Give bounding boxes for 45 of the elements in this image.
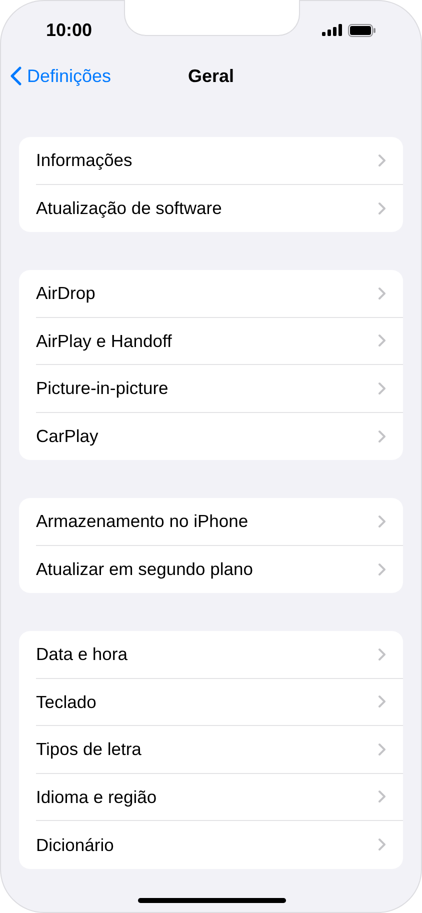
back-chevron-icon (10, 66, 22, 86)
settings-row[interactable]: Data e hora (19, 631, 403, 678)
settings-row[interactable]: Armazenamento no iPhone (19, 498, 403, 546)
row-label: Tipos de letra (36, 738, 142, 762)
chevron-icon (378, 202, 386, 215)
row-label: Picture-in-picture (36, 377, 168, 400)
settings-row[interactable]: AirDrop (19, 270, 403, 318)
chevron-icon (378, 334, 386, 348)
settings-row[interactable]: Dicionário (19, 821, 403, 868)
row-label: Dicionário (36, 834, 114, 857)
chevron-icon (378, 838, 386, 852)
row-label: Atualização de software (36, 197, 222, 220)
signal-icon (322, 24, 342, 36)
settings-row[interactable]: Picture-in-picture (19, 365, 403, 412)
row-label: AirPlay e Handoff (36, 330, 172, 353)
chevron-icon (378, 790, 386, 804)
chevron-icon (378, 562, 386, 576)
status-time: 10:00 (46, 18, 92, 42)
settings-row[interactable]: Informações (19, 137, 403, 184)
chevron-icon (378, 382, 386, 395)
chevron-icon (378, 286, 386, 300)
settings-row[interactable]: Atualizar em segundo plano (19, 546, 403, 593)
row-label: Informações (36, 149, 132, 172)
back-button[interactable]: Definições (10, 62, 112, 90)
chevron-icon (378, 514, 386, 528)
settings-row[interactable]: Tipos de letra (19, 726, 403, 774)
chevron-icon (378, 648, 386, 661)
row-label: Teclado (36, 690, 96, 714)
settings-row[interactable]: Teclado (19, 678, 403, 726)
settings-row[interactable]: CarPlay (19, 412, 403, 460)
settings-row[interactable]: AirPlay e Handoff (19, 318, 403, 365)
settings-row[interactable]: Atualização de software (19, 184, 403, 232)
row-label: Idioma e região (36, 786, 157, 809)
settings-row[interactable]: Idioma e região (19, 774, 403, 821)
chevron-icon (378, 154, 386, 167)
row-label: CarPlay (36, 425, 98, 448)
chevron-icon (378, 742, 386, 756)
battery-icon (348, 24, 376, 36)
chevron-icon (378, 695, 386, 708)
page-title: Geral (188, 64, 234, 88)
chevron-icon (378, 430, 386, 443)
row-label: Atualizar em segundo plano (36, 558, 253, 582)
row-label: Armazenamento no iPhone (36, 510, 248, 534)
row-label: Data e hora (36, 643, 128, 666)
row-label: AirDrop (36, 282, 96, 306)
